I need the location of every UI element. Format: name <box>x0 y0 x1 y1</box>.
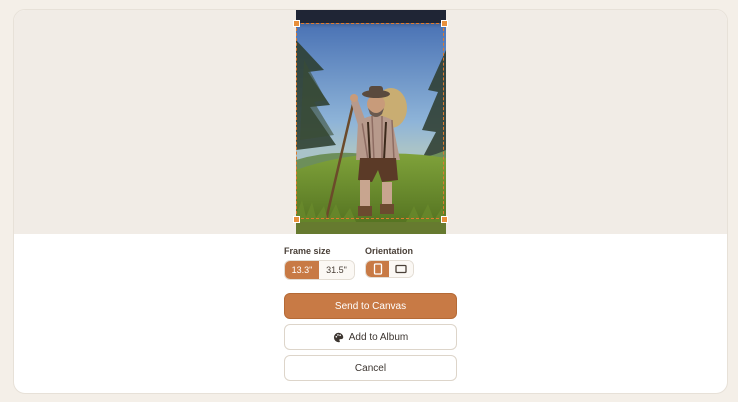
add-to-album-button[interactable]: Add to Album <box>284 324 457 350</box>
palette-icon <box>333 332 344 343</box>
cancel-label: Cancel <box>354 362 387 374</box>
landscape-icon <box>395 264 407 274</box>
frame-size-option-31[interactable]: 31.5" <box>319 261 354 279</box>
frame-size-label: Frame size <box>284 246 331 256</box>
crop-handle-bottom-right[interactable] <box>441 216 448 223</box>
frame-size-selector: 13.3" 31.5" <box>284 260 355 280</box>
orientation-portrait-button[interactable] <box>366 261 390 277</box>
crop-handle-top-right[interactable] <box>441 20 448 27</box>
portrait-icon <box>373 263 382 275</box>
frame-send-dialog: Frame size 13.3" 31.5" Orientation Send … <box>13 9 728 394</box>
send-to-canvas-label: Send to Canvas <box>334 300 407 312</box>
crop-handle-bottom-left[interactable] <box>293 216 300 223</box>
image-preview-area <box>14 10 727 234</box>
orientation-label: Orientation <box>365 246 414 256</box>
orientation-selector <box>365 260 414 278</box>
crop-frame[interactable] <box>296 23 444 219</box>
crop-handle-top-left[interactable] <box>293 20 300 27</box>
orientation-landscape-button[interactable] <box>389 261 413 277</box>
frame-size-option-13[interactable]: 13.3" <box>285 261 320 279</box>
send-to-canvas-button[interactable]: Send to Canvas <box>284 293 457 319</box>
add-to-album-label: Add to Album <box>348 331 409 343</box>
cancel-button[interactable]: Cancel <box>284 355 457 381</box>
